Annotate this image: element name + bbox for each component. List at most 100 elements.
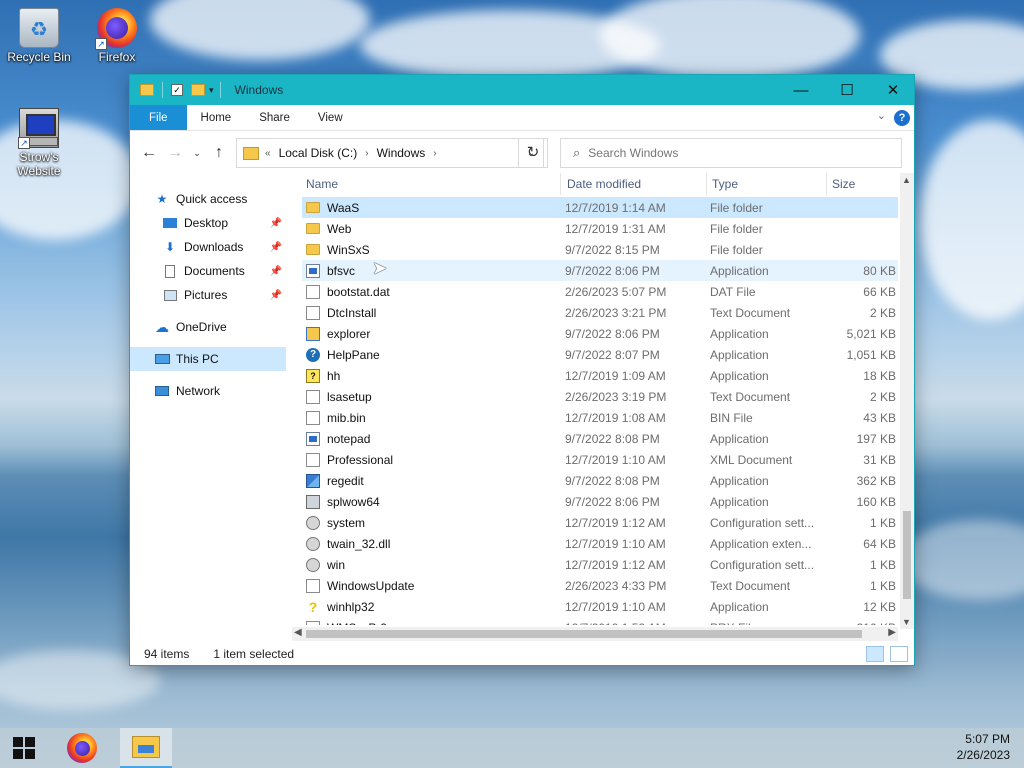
- maximize-button[interactable]: ☐: [824, 75, 870, 105]
- help-icon[interactable]: ?: [894, 110, 910, 126]
- nav-documents[interactable]: Documents 📌: [162, 259, 286, 283]
- column-header-date[interactable]: Date modified: [567, 173, 641, 195]
- customize-quick-access-dropdown-icon[interactable]: ▾: [209, 85, 214, 96]
- file-name: Professional: [327, 452, 394, 467]
- new-folder-quick-icon[interactable]: [191, 84, 205, 96]
- file-row[interactable]: WMSysPr9.prx 12/7/2019 1:52 AM PRX File 310…: [302, 617, 898, 625]
- tab-share[interactable]: Share: [245, 105, 304, 130]
- column-header-size[interactable]: Size: [832, 173, 855, 195]
- taskbar-firefox[interactable]: [58, 728, 106, 768]
- nav-pictures[interactable]: Pictures 📌: [162, 283, 286, 307]
- file-row[interactable]: WaaS 12/7/2019 1:14 AM File folder: [302, 197, 898, 218]
- recent-locations-chevron-icon[interactable]: ⌄: [188, 148, 206, 159]
- minimize-button[interactable]: —: [778, 75, 824, 105]
- breadcrumb-overflow[interactable]: «: [265, 148, 271, 159]
- forward-button[interactable]: →: [162, 144, 188, 162]
- file-row[interactable]: ? winhlp32 12/7/2019 1:10 AM Application 12 …: [302, 596, 898, 617]
- title-bar[interactable]: ✓ ▾ Windows — ☐ ✕: [130, 75, 914, 105]
- breadcrumb-separator-icon[interactable]: ›: [433, 148, 436, 159]
- refresh-button[interactable]: ↻: [518, 138, 548, 168]
- file-name-cell: Web: [306, 222, 351, 236]
- breadcrumb-windows[interactable]: Windows: [377, 146, 426, 160]
- pin-icon[interactable]: 📌: [270, 290, 282, 301]
- file-row[interactable]: DtcInstall 2/26/2023 3:21 PM Text Document…: [302, 302, 898, 323]
- breadcrumb-local-disk[interactable]: Local Disk (C:): [279, 146, 358, 160]
- document-icon: [306, 620, 320, 625]
- file-name-cell: ? winhlp32: [306, 600, 375, 614]
- download-icon: ⬇: [164, 240, 176, 254]
- file-row[interactable]: Professional 12/7/2019 1:10 AM XML Documen…: [302, 449, 898, 470]
- file-row[interactable]: Web 12/7/2019 1:31 AM File folder: [302, 218, 898, 239]
- desktop-icon-firefox[interactable]: ↗ Firefox: [80, 8, 154, 64]
- file-row[interactable]: twain_32.dll 12/7/2019 1:10 AM Application…: [302, 533, 898, 554]
- vertical-scrollbar[interactable]: ▲ ▼: [900, 173, 914, 629]
- file-row[interactable]: ? hh 12/7/2019 1:09 AM Application 18 KB: [302, 365, 898, 386]
- document-icon: [306, 410, 320, 425]
- pin-icon[interactable]: 📌: [270, 266, 282, 277]
- file-type: XML Document: [710, 452, 793, 467]
- file-row[interactable]: regedit 9/7/2022 8:08 PM Application 362 KB: [302, 470, 898, 491]
- tab-view[interactable]: View: [304, 105, 357, 130]
- taskbar-file-explorer[interactable]: [120, 728, 172, 768]
- scroll-right-icon[interactable]: ▶: [888, 627, 896, 638]
- nav-this-pc[interactable]: This PC: [130, 347, 286, 371]
- selection-count: 1 item selected: [213, 647, 295, 661]
- desktop-icon-recycle-bin[interactable]: Recycle Bin: [2, 8, 76, 64]
- file-row[interactable]: lsasetup 2/26/2023 3:19 PM Text Document 2 …: [302, 386, 898, 407]
- file-date: 9/7/2022 8:06 PM: [565, 494, 660, 509]
- file-type: Text Document: [710, 305, 791, 320]
- expand-ribbon-icon[interactable]: ⌄: [877, 109, 886, 122]
- explorer-icon: [306, 326, 320, 341]
- file-row[interactable]: WindowsUpdate 2/26/2023 4:33 PM Text Docum…: [302, 575, 898, 596]
- file-row[interactable]: splwow64 9/7/2022 8:06 PM Application 160 K…: [302, 491, 898, 512]
- properties-quick-icon[interactable]: ✓: [171, 84, 183, 96]
- scroll-left-icon[interactable]: ◀: [294, 627, 302, 638]
- up-button[interactable]: ↑: [206, 144, 232, 162]
- tab-home[interactable]: Home: [187, 105, 246, 130]
- horizontal-scrollbar[interactable]: ◀ ▶: [292, 627, 898, 641]
- nav-onedrive[interactable]: ☁ OneDrive: [154, 315, 310, 339]
- column-header-name[interactable]: Name: [306, 173, 338, 195]
- file-size: 2 KB: [869, 305, 896, 320]
- vertical-scroll-thumb[interactable]: [903, 511, 911, 599]
- large-icons-view-icon[interactable]: [890, 646, 908, 662]
- nav-network[interactable]: Network: [154, 379, 310, 403]
- nav-quick-access[interactable]: ★ Quick access: [154, 187, 310, 211]
- scroll-up-icon[interactable]: ▲: [902, 175, 911, 185]
- file-type: Application: [710, 494, 769, 509]
- file-name-cell: WMSysPr9.prx: [306, 620, 407, 625]
- pin-icon[interactable]: 📌: [270, 242, 282, 253]
- close-button[interactable]: ✕: [870, 75, 916, 105]
- scroll-down-icon[interactable]: ▼: [902, 617, 911, 627]
- file-row[interactable]: system 12/7/2019 1:12 AM Configuration set…: [302, 512, 898, 533]
- file-name: splwow64: [327, 494, 380, 509]
- file-row[interactable]: bfsvc 9/7/2022 8:06 PM Application 80 KB: [302, 260, 898, 281]
- pin-icon[interactable]: 📌: [270, 218, 282, 229]
- nav-downloads[interactable]: ⬇ Downloads 📌: [162, 235, 286, 259]
- search-box[interactable]: ⌕: [560, 138, 902, 168]
- system-clock[interactable]: 5:07 PM 2/26/2023: [957, 731, 1010, 763]
- file-row[interactable]: bootstat.dat 2/26/2023 5:07 PM DAT File 66 …: [302, 281, 898, 302]
- file-row[interactable]: win 12/7/2019 1:12 AM Configuration sett..…: [302, 554, 898, 575]
- start-button[interactable]: [0, 728, 48, 768]
- file-row[interactable]: mib.bin 12/7/2019 1:08 AM BIN File 43 KB: [302, 407, 898, 428]
- search-input[interactable]: [588, 146, 869, 160]
- file-row[interactable]: ? HelpPane 9/7/2022 8:07 PM Application 1,05…: [302, 344, 898, 365]
- file-type: File folder: [710, 242, 763, 257]
- nav-desktop[interactable]: Desktop 📌: [162, 211, 286, 235]
- file-name: Web: [327, 221, 352, 236]
- file-row[interactable]: WinSxS 9/7/2022 8:15 PM File folder: [302, 239, 898, 260]
- address-bar[interactable]: « Local Disk (C:) › Windows › ⌄: [236, 138, 544, 168]
- file-row[interactable]: explorer 9/7/2022 8:06 PM Application 5,021…: [302, 323, 898, 344]
- desktop-icon-strows-website[interactable]: ↗ Strow's Website: [2, 108, 76, 178]
- column-header-type[interactable]: Type: [712, 173, 738, 195]
- file-name: HelpPane: [327, 347, 380, 362]
- file-date: 12/7/2019 1:12 AM: [565, 515, 666, 530]
- details-view-icon[interactable]: [866, 646, 884, 662]
- file-name-cell: Professional: [306, 452, 394, 467]
- horizontal-scroll-thumb[interactable]: [306, 630, 862, 638]
- back-button[interactable]: ←: [136, 144, 162, 162]
- breadcrumb-separator-icon[interactable]: ›: [365, 148, 368, 159]
- tab-file[interactable]: File: [130, 105, 187, 130]
- file-row[interactable]: notepad 9/7/2022 8:08 PM Application 197 KB: [302, 428, 898, 449]
